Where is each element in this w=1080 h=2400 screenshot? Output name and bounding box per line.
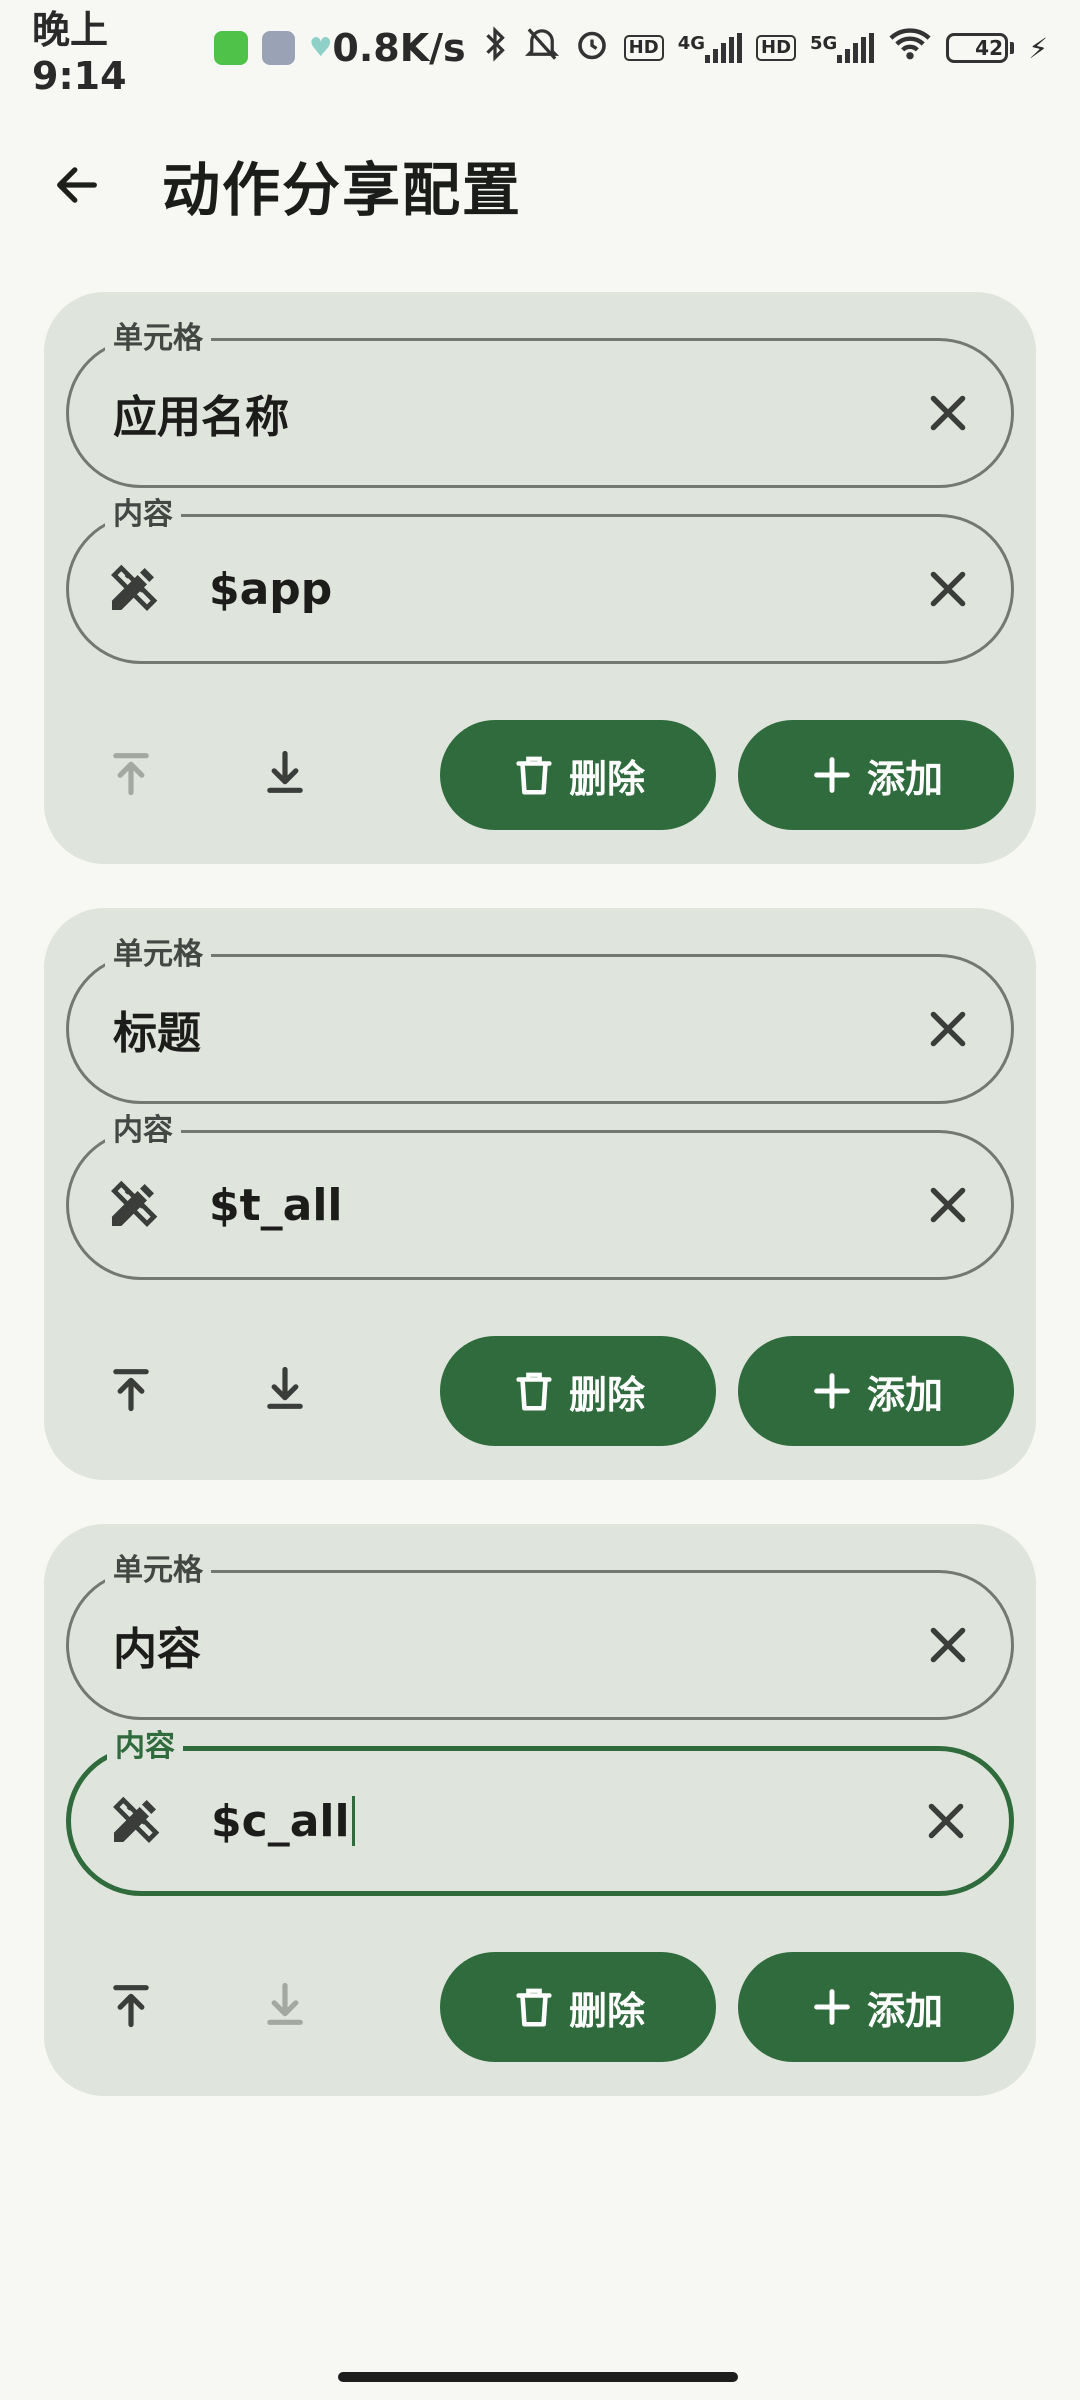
move-to-bottom-button[interactable] (240, 1962, 330, 2052)
signal-icon-2 (837, 33, 875, 63)
delete-button-label: 删除 (568, 1372, 645, 1417)
app-notification-icon (261, 31, 296, 65)
content-field-text: $c_all (211, 1795, 350, 1847)
close-icon[interactable] (923, 388, 973, 438)
delete-button[interactable]: 删除 (440, 1952, 716, 2062)
battery-level: 42 (975, 36, 1003, 60)
wechat-notification-icon (214, 31, 248, 65)
card-actions: 删除 添加 (44, 720, 1036, 830)
close-icon[interactable] (923, 1004, 973, 1054)
close-icon[interactable] (923, 1620, 973, 1670)
cell-field[interactable]: 单元格 应用名称 (66, 319, 1014, 488)
trash-icon (511, 752, 557, 798)
content-field[interactable]: 内容 $c_all (66, 1727, 1014, 1896)
app-bar: 动作分享配置 (0, 130, 1080, 240)
add-button[interactable]: 添加 (738, 1336, 1014, 1446)
status-time: 晚上9:14 (32, 7, 127, 98)
move-to-bottom-button[interactable] (240, 730, 330, 820)
card-actions: 删除 添加 (44, 1336, 1036, 1446)
heart-notification-icon: ♥ (309, 33, 333, 63)
charging-icon: ⚡ (1028, 31, 1048, 65)
plus-icon (809, 1984, 855, 2030)
arrow-left-icon (57, 167, 97, 203)
trash-icon (511, 1368, 557, 1414)
cell-field[interactable]: 单元格 标题 (66, 935, 1014, 1104)
close-icon[interactable] (921, 1796, 971, 1846)
content-field-label: 内容 (105, 495, 181, 535)
delete-button[interactable]: 删除 (440, 1336, 716, 1446)
move-to-top-button[interactable] (86, 730, 176, 820)
content-field[interactable]: 内容 $app (66, 495, 1014, 664)
network-speed: 0.8K/s (332, 26, 466, 70)
content-field-value[interactable]: $c_all (211, 1751, 355, 1891)
battery-icon: 42 (946, 33, 1015, 63)
pencil-ruler-icon[interactable] (105, 561, 161, 617)
page-title: 动作分享配置 (162, 156, 523, 224)
network-4g-label: 4G (677, 33, 705, 54)
delete-button-label: 删除 (568, 756, 645, 801)
content-field[interactable]: 内容 $t_all (66, 1111, 1014, 1280)
card-actions: 删除 添加 (44, 1952, 1036, 2062)
content-field-label: 内容 (105, 1111, 181, 1151)
mute-bell-icon (524, 25, 560, 72)
cell-field-value[interactable]: 内容 (113, 1573, 201, 1717)
move-to-top-button[interactable] (86, 1346, 176, 1436)
move-to-top-icon (105, 1979, 157, 2035)
bluetooth-icon (480, 25, 510, 72)
move-to-top-icon (105, 747, 157, 803)
plus-icon (809, 752, 855, 798)
cell-field-value[interactable]: 标题 (113, 957, 201, 1101)
cell-card: 单元格 标题内容 $t_all 删除 添加 (44, 908, 1036, 1480)
add-button-label: 添加 (866, 1372, 943, 1417)
trash-icon (511, 1984, 557, 2030)
close-icon[interactable] (923, 564, 973, 614)
content-field-text: $t_all (209, 1179, 343, 1231)
network-5g-label: 5G (810, 33, 838, 54)
add-button[interactable]: 添加 (738, 1952, 1014, 2062)
pencil-ruler-icon[interactable] (105, 1177, 161, 1233)
move-to-bottom-icon (259, 1363, 311, 1419)
content-field-value[interactable]: $app (209, 517, 332, 661)
content-field-label: 内容 (107, 1727, 183, 1767)
close-icon[interactable] (923, 1180, 973, 1230)
delete-button[interactable]: 删除 (440, 720, 716, 830)
move-to-top-icon (105, 1363, 157, 1419)
cell-card: 单元格 内容 内容 $c_all 删除 添加 (44, 1524, 1036, 2096)
add-button[interactable]: 添加 (738, 720, 1014, 830)
wifi-icon (888, 26, 932, 71)
back-button[interactable] (32, 140, 122, 230)
text-cursor (351, 1796, 355, 1846)
home-indicator[interactable] (338, 2372, 738, 2382)
hd-badge: HD (623, 35, 664, 61)
cell-field[interactable]: 单元格 内容 (66, 1551, 1014, 1720)
alarm-icon (574, 25, 610, 72)
content-field-text: $app (209, 563, 333, 615)
delete-button-label: 删除 (568, 1988, 645, 2033)
signal-icon (705, 33, 742, 63)
pencil-ruler-icon[interactable] (107, 1793, 163, 1849)
hd-badge-2: HD (756, 35, 797, 61)
status-bar: 晚上9:14 ♥ 0.8K/s HD 4G HD 5G 42 ⚡ (0, 0, 1080, 98)
move-to-bottom-button[interactable] (240, 1346, 330, 1436)
add-button-label: 添加 (866, 1988, 943, 2033)
cell-field-value[interactable]: 应用名称 (113, 341, 289, 485)
cell-card: 单元格 应用名称内容 $app 删除 添加 (44, 292, 1036, 864)
move-to-bottom-icon (259, 1979, 311, 2035)
move-to-top-button[interactable] (86, 1962, 176, 2052)
content-field-value[interactable]: $t_all (209, 1133, 343, 1277)
plus-icon (809, 1368, 855, 1414)
move-to-bottom-icon (259, 747, 311, 803)
add-button-label: 添加 (866, 756, 943, 801)
